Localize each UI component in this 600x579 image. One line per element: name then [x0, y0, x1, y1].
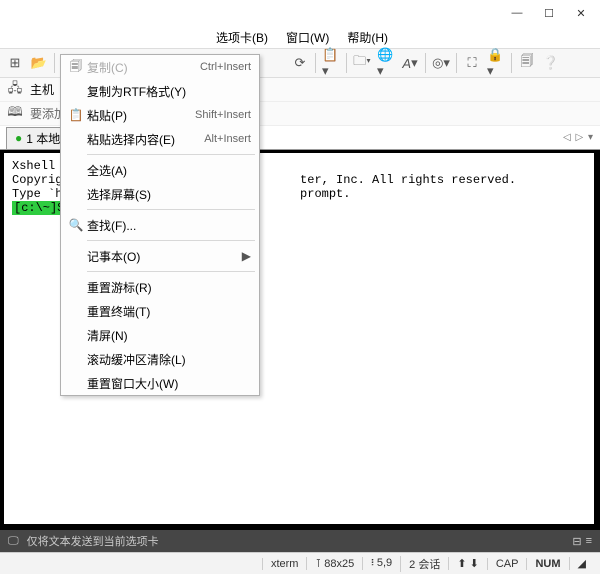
separator — [315, 53, 316, 73]
menu-select-screen[interactable]: 选择屏幕(S) — [61, 182, 259, 206]
fullscreen-icon[interactable]: ⛶ — [463, 54, 481, 72]
menu-help[interactable]: 帮助(H) — [341, 27, 394, 48]
prompt: [c:\~]$ — [12, 201, 66, 215]
separator — [87, 154, 255, 155]
copy-icon: 🗐 — [65, 57, 87, 78]
menu-clear-screen[interactable]: 清屏(N) — [61, 323, 259, 347]
separator — [87, 240, 255, 241]
lock-icon[interactable]: 🔒▾ — [487, 54, 505, 72]
minimize-button[interactable]: — — [502, 2, 532, 24]
tab-status-dot: ● — [15, 131, 22, 145]
context-menu: 🗐 复制(C) Ctrl+Insert 复制为RTF格式(Y) 📋 粘贴(P) … — [60, 54, 260, 396]
search-icon: 🔍 — [65, 218, 87, 232]
reconnect-icon[interactable]: ⟳ — [291, 54, 309, 72]
status-resize-grip[interactable]: ◢ — [569, 557, 594, 570]
status-cursor: ፧ 5,9 — [362, 557, 400, 570]
open-icon[interactable]: 📂 — [30, 54, 48, 72]
help-icon[interactable]: ❔ — [542, 54, 560, 72]
menu-window[interactable]: 窗口(W) — [280, 27, 335, 48]
props-icon[interactable]: 🗀▾ — [353, 54, 371, 72]
menu-paste[interactable]: 📋 粘贴(P) Shift+Insert — [61, 103, 259, 127]
status-transfer: ⬆ ⬇ — [448, 557, 487, 570]
statusbar: xterm ⊺ 88x25 ፧ 5,9 2 会话 ⬆ ⬇ CAP NUM ◢ — [0, 552, 600, 574]
script-icon[interactable]: ◎▾ — [432, 54, 450, 72]
maximize-button[interactable]: ☐ — [534, 2, 564, 24]
menu-copy[interactable]: 🗐 复制(C) Ctrl+Insert — [61, 55, 259, 79]
menu-copy-rtf[interactable]: 复制为RTF格式(Y) — [61, 79, 259, 103]
close-button[interactable]: ✕ — [566, 2, 596, 24]
menu-paste-selection[interactable]: 粘贴选择内容(E) Alt+Insert — [61, 127, 259, 151]
send-target-label: 仅将文本发送到当前选项卡 — [27, 533, 159, 549]
send-target-icon[interactable]: 🖵 — [8, 535, 19, 548]
menu-reset-cursor[interactable]: 重置游标(R) — [61, 275, 259, 299]
separator — [346, 53, 347, 73]
tab-nav[interactable]: ◁ ▷ ▾ — [563, 132, 594, 143]
menu-reset-window-size[interactable]: 重置窗口大小(W) — [61, 371, 259, 395]
titlebar: — ☐ ✕ — [0, 0, 600, 26]
menu-reset-terminal[interactable]: 重置终端(T) — [61, 299, 259, 323]
paste-icon[interactable]: 📋▾ — [322, 54, 340, 72]
status-term: xterm — [262, 558, 307, 570]
session-icon[interactable]: 🗐 — [518, 54, 536, 72]
menu-tabs[interactable]: 选项卡(B) — [210, 27, 274, 48]
bookmark-icon[interactable]: 🕮 — [6, 105, 24, 123]
host-icon: 🖧 — [6, 81, 24, 99]
menu-notepad[interactable]: 记事本(O) ▶ — [61, 244, 259, 268]
menu-clear-scrollback[interactable]: 滚动缓冲区清除(L) — [61, 347, 259, 371]
status-size: ⊺ 88x25 — [306, 557, 362, 570]
status-num: NUM — [526, 558, 568, 570]
separator — [87, 209, 255, 210]
font-icon[interactable]: A▾ — [401, 54, 419, 72]
separator — [425, 53, 426, 73]
separator — [511, 53, 512, 73]
host-label: 主机 — [30, 81, 54, 98]
separator — [456, 53, 457, 73]
status-sessions: 2 会话 — [400, 556, 448, 572]
menu-select-all[interactable]: 全选(A) — [61, 158, 259, 182]
submenu-arrow-icon: ▶ — [242, 249, 251, 263]
send-bar: 🖵 仅将文本发送到当前选项卡 ⊟ ≡ — [0, 530, 600, 552]
separator — [87, 271, 255, 272]
pane-icon[interactable]: ⊟ — [572, 535, 581, 548]
status-cap: CAP — [487, 558, 527, 570]
menubar: 选项卡(B) 窗口(W) 帮助(H) — [0, 26, 600, 48]
menu-find[interactable]: 🔍 查找(F)... — [61, 213, 259, 237]
new-tab-icon[interactable]: ⊞ — [6, 54, 24, 72]
separator — [54, 53, 55, 73]
globe-icon[interactable]: 🌐▾ — [377, 54, 395, 72]
menu-icon[interactable]: ≡ — [586, 535, 592, 547]
paste-icon: 📋 — [65, 108, 87, 122]
